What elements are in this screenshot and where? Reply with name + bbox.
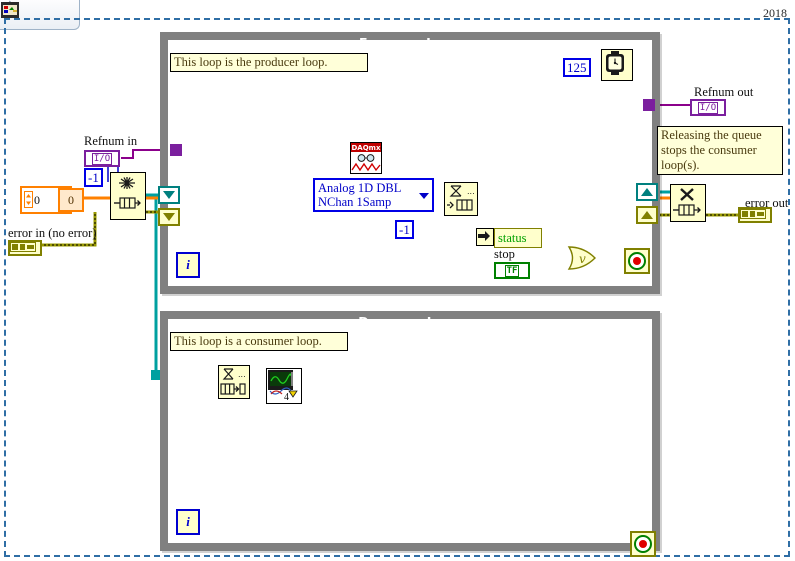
error-cluster-icon [10, 242, 36, 252]
enqueue-loop-stop-condition[interactable] [624, 248, 650, 274]
error-cluster-out-icon [740, 209, 766, 219]
numeric-control-value: 0 [34, 192, 40, 207]
refnum-in-label: Refnum in [84, 134, 138, 148]
daqmx-read-mode-ring[interactable]: Analog 1D DBL NChan 1Samp [313, 178, 434, 212]
error-in-label: error in (no error) [8, 226, 97, 240]
queue-size-constant[interactable]: -1 [84, 168, 103, 187]
dequeue-loop-stop-condition[interactable] [630, 531, 656, 557]
shift-register-right-refnum[interactable] [636, 183, 658, 201]
shift-register-right-error[interactable] [636, 206, 658, 224]
release-queue-node[interactable] [670, 184, 706, 222]
dequeue-element-icon: ... [220, 368, 246, 395]
read-mode-line1: Analog 1D DBL [318, 181, 402, 195]
enqueue-loop-comment: This loop is the producer loop. [170, 53, 368, 72]
stop-value: TF [504, 264, 520, 277]
clock-icon [606, 51, 624, 75]
waveform-chart-icon [268, 370, 298, 398]
release-queue-comment: Releasing the queue stops the consumer l… [657, 126, 783, 175]
enqueue-iteration-terminal: i [176, 252, 200, 278]
svg-text:...: ... [467, 187, 475, 196]
read-mode-line2: NChan 1Samp [318, 195, 392, 209]
enqueue-element-icon: ... [447, 185, 475, 211]
stop-terminal[interactable]: TF [494, 262, 530, 279]
chart-instance-number: 4 [284, 392, 289, 403]
refnum-out-value: I/O [697, 101, 719, 114]
svg-text:DAQmx: DAQmx [352, 144, 381, 152]
stop-label: stop [494, 247, 515, 261]
arrow-right-filled-icon [478, 231, 490, 241]
obtain-queue-node[interactable] [110, 172, 146, 220]
samples-per-read-constant[interactable]: -1 [395, 220, 414, 239]
unbundle-error-status-node[interactable] [476, 228, 494, 246]
error-in-terminal[interactable] [8, 240, 42, 256]
wait-ms-timer-node[interactable] [601, 49, 633, 81]
shift-register-left-error[interactable] [158, 208, 180, 226]
enqueue-element-node[interactable]: ... [444, 182, 478, 216]
dequeue-loop-comment: This loop is a consumer loop. [170, 332, 348, 351]
numeric-constant[interactable]: 0 [58, 188, 84, 212]
dequeue-element-node[interactable]: ... [218, 365, 250, 399]
shift-register-left-refnum[interactable] [158, 186, 180, 204]
daqmx-read-node[interactable]: DAQmx [350, 142, 382, 174]
obtain-queue-icon [114, 177, 141, 209]
refnum-tunnel-left[interactable] [170, 144, 182, 156]
enqueue-loop-title: Enqueue Loop [359, 35, 461, 50]
refnum-out-label: Refnum out [694, 85, 754, 99]
refnum-in-value: I/O [91, 152, 113, 165]
wait-ms-constant[interactable]: 125 [563, 58, 591, 77]
stop-sign-icon [628, 252, 646, 270]
refnum-out-terminal[interactable]: I/O [690, 99, 726, 116]
release-queue-icon [673, 188, 701, 216]
refnum-in-terminal[interactable]: I/O [84, 150, 120, 167]
dequeue-iteration-terminal: i [176, 509, 200, 535]
or-gate-icon: v [567, 246, 596, 270]
dequeue-loop-title: Dequeue Loop [358, 314, 462, 329]
svg-text:...: ... [238, 370, 246, 379]
svg-text:v: v [579, 252, 586, 266]
error-out-terminal[interactable] [738, 207, 772, 223]
refnum-tunnel-right[interactable] [643, 99, 655, 111]
daqmx-read-icon: DAQmx [351, 143, 381, 172]
status-indicator: status [494, 228, 542, 248]
stop-sign-icon-2 [634, 535, 652, 553]
chevron-down-icon[interactable] [419, 193, 429, 199]
